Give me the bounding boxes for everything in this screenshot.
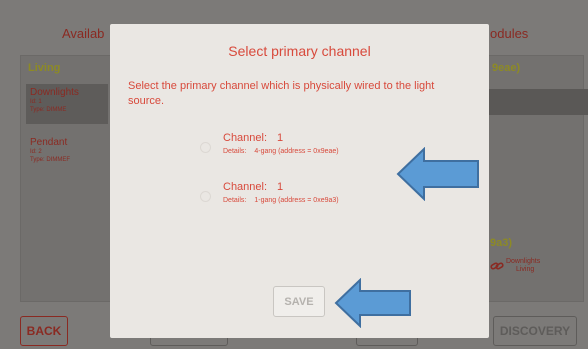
module-selected-row [474, 89, 588, 115]
modules-title: odules [490, 26, 529, 41]
discovery-button[interactable]: DISCOVERY [493, 316, 577, 346]
module-code-top: 9eae) [492, 62, 521, 74]
radio-icon[interactable] [200, 142, 211, 153]
channel-option[interactable]: Channel: 1 Details: 4-gang (address = 0x9e… [200, 132, 400, 168]
channel-line: Channel: 1 [223, 181, 284, 193]
module-code-bottom: 9a3) [490, 237, 513, 249]
left-arrow-icon [396, 147, 479, 201]
dialog-description: Select the primary channel which is phys… [128, 80, 435, 107]
link-icon [490, 262, 504, 270]
available-title: Availab [62, 26, 105, 41]
details-line: Details: 4-gang (address = 0x9eae) [223, 148, 339, 155]
favorite-sub: Living [515, 266, 535, 273]
favorite-item[interactable]: Downlights Living [490, 258, 540, 274]
list-item[interactable]: Downlights Id: 1 Type: DIMME [26, 84, 108, 124]
channel-option[interactable]: Channel: 1 Details: 1-gang (address = 0xe9… [200, 181, 400, 217]
item-name: Pendant [30, 137, 68, 148]
favorite-label: Downlights [505, 258, 541, 265]
save-button[interactable]: SAVE [273, 286, 325, 317]
dialog-title: Select primary channel [228, 43, 371, 59]
item-id: Id: 1 [30, 99, 42, 105]
channel-line: Channel: 1 [223, 132, 284, 144]
details-line: Details: 1-gang (address = 0xe9a3) [223, 197, 339, 204]
item-type: Type: DIMMEF [30, 157, 71, 163]
item-id: Id: 2 [30, 149, 42, 155]
back-button[interactable]: BACK [20, 316, 68, 346]
section-living: Living [28, 62, 61, 74]
radio-icon[interactable] [200, 191, 211, 202]
left-arrow-icon [334, 278, 411, 328]
list-item[interactable]: Pendant Id: 2 Type: DIMMEF [26, 134, 108, 174]
item-name: Downlights [30, 87, 79, 98]
item-type: Type: DIMME [30, 107, 67, 113]
